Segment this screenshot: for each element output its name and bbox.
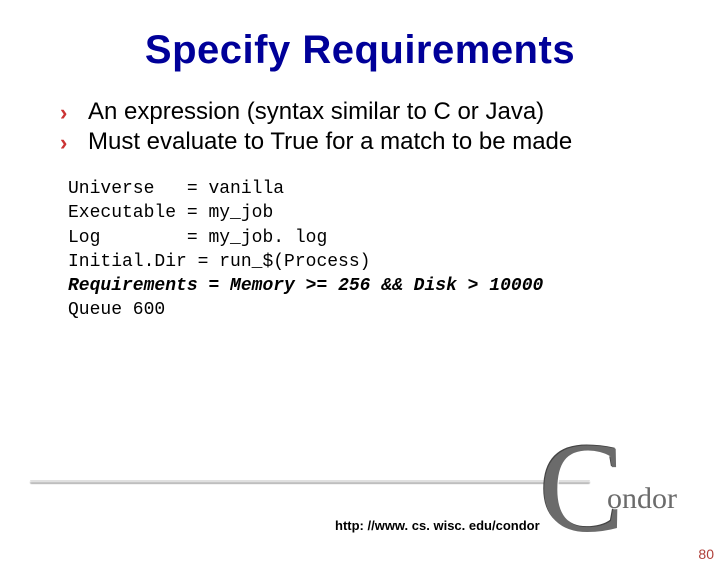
code-line: Executable = my_job: [68, 203, 273, 223]
list-item: › An expression (syntax similar to C or …: [60, 97, 720, 127]
page-number: 80: [698, 546, 714, 562]
list-item: › Must evaluate to True for a match to b…: [60, 127, 720, 157]
condor-logo: C ondor: [547, 438, 702, 548]
code-line: Universe = vanilla: [68, 179, 284, 199]
code-line: Log = my_job. log: [68, 228, 327, 248]
bullet-list: › An expression (syntax similar to C or …: [60, 97, 720, 157]
code-line: Initial.Dir = run_$(Process): [68, 252, 370, 272]
horizontal-divider: [30, 478, 590, 484]
footer-url: http: //www. cs. wisc. edu/condor: [335, 518, 540, 533]
code-line-emphasized: Requirements = Memory >= 256 && Disk > 1…: [68, 276, 543, 296]
chevron-icon: ›: [60, 99, 67, 127]
slide-title: Specify Requirements: [0, 28, 720, 73]
bullet-text: An expression (syntax similar to C or Ja…: [88, 98, 544, 125]
code-line: Queue 600: [68, 300, 165, 320]
code-block: Universe = vanilla Executable = my_job L…: [68, 177, 720, 323]
bullet-text: Must evaluate to True for a match to be …: [88, 128, 572, 155]
chevron-icon: ›: [60, 129, 67, 157]
logo-text: ondor: [607, 482, 677, 516]
